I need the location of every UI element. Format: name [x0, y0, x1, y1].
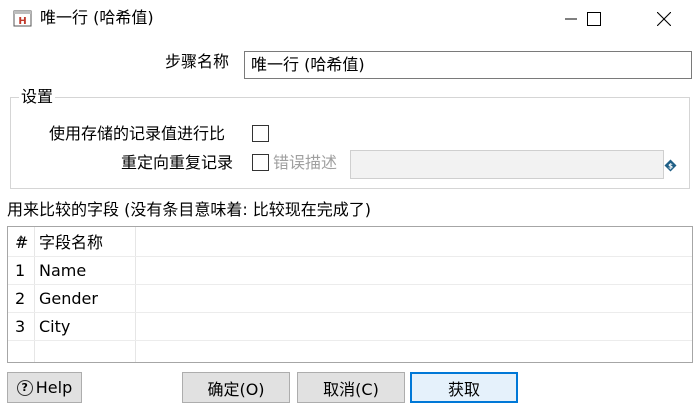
error-description-input[interactable]: [350, 150, 664, 179]
get-fields-button[interactable]: 获取: [410, 372, 518, 403]
step-name-input[interactable]: 唯一行 (哈希值): [244, 51, 692, 79]
column-header-field-name[interactable]: 字段名称: [39, 233, 103, 253]
step-name-label: 步骤名称: [165, 52, 230, 71]
table-row-field-name[interactable]: Name: [39, 261, 86, 281]
table-column-divider: [34, 227, 35, 362]
maximize-button[interactable]: [571, 0, 617, 38]
close-button[interactable]: [641, 0, 687, 38]
table-column-divider: [135, 227, 136, 362]
help-button-label: Help: [35, 378, 73, 397]
table-row-divider: [8, 340, 692, 341]
fields-label: 用来比较的字段 (没有条目意味着: 比较现在完成了): [7, 200, 372, 219]
close-icon: [657, 12, 671, 26]
svg-text:H: H: [18, 16, 26, 27]
redirect-duplicates-label: 重定向重复记录: [121, 153, 234, 172]
help-question-icon: ?: [16, 379, 33, 396]
fields-table: # 字段名称 1 Name 2 Gender 3 City: [7, 226, 693, 363]
table-row-number: 1: [15, 261, 26, 280]
table-row-divider: [8, 284, 692, 285]
variable-diamond-icon[interactable]: $: [664, 157, 677, 172]
svg-text:$: $: [668, 162, 673, 170]
table-row-number: 2: [15, 289, 26, 308]
table-row-number: 3: [15, 317, 26, 336]
settings-group-title: 设置: [19, 87, 56, 106]
cancel-button[interactable]: 取消(C): [297, 372, 405, 403]
table-row-divider: [8, 312, 692, 313]
table-row-field-name[interactable]: Gender: [39, 289, 98, 309]
compare-stored-label: 使用存储的记录值进行比: [49, 124, 226, 143]
ok-button[interactable]: 确定(O): [182, 372, 290, 403]
table-row-field-name[interactable]: City: [39, 317, 70, 337]
redirect-duplicates-checkbox[interactable]: [252, 154, 269, 171]
title-bar: H 唯一行 (哈希值): [0, 0, 696, 38]
column-header-num[interactable]: #: [15, 233, 28, 253]
maximize-icon: [587, 12, 601, 26]
table-row-divider: [8, 256, 692, 257]
window-title: 唯一行 (哈希值): [40, 8, 154, 27]
hash-step-icon: H: [13, 9, 32, 28]
error-description-label: 错误描述: [273, 153, 338, 172]
help-button[interactable]: ? Help: [7, 372, 82, 403]
compare-stored-checkbox[interactable]: [252, 125, 269, 142]
